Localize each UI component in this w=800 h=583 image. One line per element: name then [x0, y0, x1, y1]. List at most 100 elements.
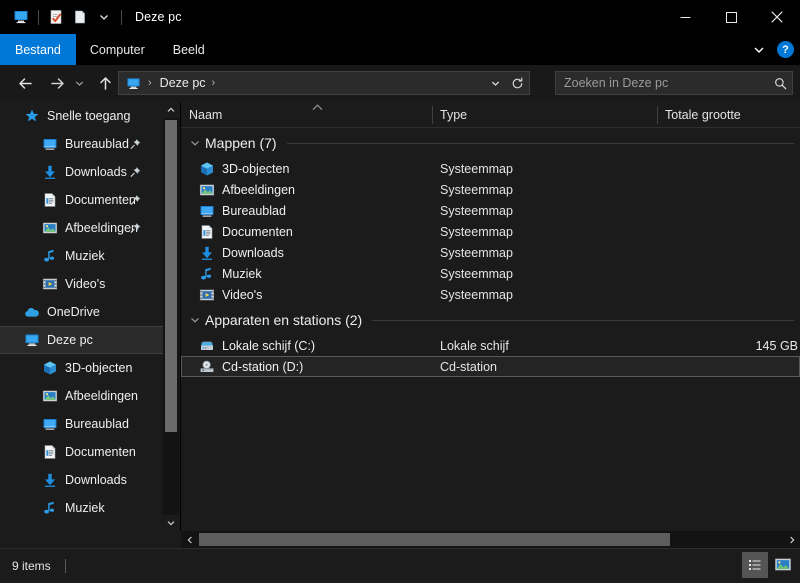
documents-icon — [42, 444, 58, 460]
group-header[interactable]: Apparaten en stations (2) — [181, 305, 800, 335]
hard-drive-icon — [199, 338, 215, 354]
cell-name: Afbeeldingen — [198, 181, 295, 199]
cd-drive-icon — [198, 358, 216, 376]
column-header-totale-grootte[interactable]: Totale grootte — [657, 102, 800, 128]
sidebar-item-deze-pc[interactable]: Deze pc — [0, 326, 163, 354]
documents-icon — [42, 192, 58, 208]
sidebar-item-snelle-toegang[interactable]: Snelle toegang — [0, 102, 163, 130]
file-list[interactable]: Mappen (7) 3D-objecten Systeemmap Afbeeldin… — [181, 128, 800, 531]
maximize-button[interactable] — [708, 0, 754, 34]
sidebar-item-documenten[interactable]: Documenten — [0, 438, 163, 466]
pin-icon[interactable] — [130, 222, 141, 234]
pin-icon[interactable] — [130, 194, 141, 206]
navigation-scrollbar[interactable] — [163, 102, 179, 531]
cell-type: Cd-station — [440, 359, 497, 374]
hscrollbar-thumb[interactable] — [199, 533, 670, 546]
group-header[interactable]: Mappen (7) — [181, 128, 800, 158]
desktop-icon — [40, 416, 60, 432]
column-header-label: Naam — [189, 108, 223, 122]
star-icon — [22, 108, 42, 124]
pictures-icon — [198, 181, 216, 199]
breadcrumb[interactable]: › Deze pc › — [118, 71, 530, 95]
column-divider[interactable] — [657, 106, 658, 124]
table-row[interactable]: Lokale schijf (C:) Lokale schijf 145 GB — [181, 335, 800, 356]
music-icon — [40, 248, 60, 264]
hscrollbar-track[interactable] — [198, 531, 783, 548]
recent-locations-button[interactable] — [70, 71, 89, 97]
column-header-type[interactable]: Type — [432, 102, 657, 128]
table-row[interactable]: Afbeeldingen Systeemmap — [181, 179, 800, 200]
sidebar-item-label: Bureaublad — [65, 137, 129, 151]
scroll-right-icon[interactable] — [783, 531, 800, 548]
details-view-button[interactable] — [742, 552, 768, 578]
table-row[interactable]: Bureaublad Systeemmap — [181, 200, 800, 221]
this-pc-icon[interactable] — [9, 5, 33, 29]
search-icon[interactable] — [768, 77, 792, 90]
3d-objects-icon — [42, 360, 58, 376]
table-row[interactable]: Documenten Systeemmap — [181, 221, 800, 242]
table-row[interactable]: Cd-station (D:) Cd-station — [181, 356, 800, 377]
new-folder-icon[interactable] — [68, 5, 92, 29]
sidebar-item-downloads[interactable]: Downloads — [0, 466, 163, 494]
sidebar-item-documenten[interactable]: Documenten — [0, 186, 163, 214]
sidebar-item-muziek[interactable]: Muziek — [0, 494, 163, 522]
large-icons-view-button[interactable] — [770, 552, 796, 578]
sidebar-item-bureaublad[interactable]: Bureaublad — [0, 130, 163, 158]
cell-name: Video's — [198, 286, 262, 304]
back-button[interactable] — [12, 71, 38, 97]
properties-icon[interactable] — [44, 5, 68, 29]
search-box[interactable]: Zoeken in Deze pc — [555, 71, 793, 95]
sidebar-item-afbeeldingen[interactable]: Afbeeldingen — [0, 214, 163, 242]
sidebar-item-3d-objecten[interactable]: 3D-objecten — [0, 354, 163, 382]
breadcrumb-item-deze-pc[interactable]: Deze pc — [160, 76, 206, 90]
chevron-down-icon[interactable] — [485, 72, 505, 94]
sidebar-item-bureaublad[interactable]: Bureaublad — [0, 410, 163, 438]
close-button[interactable] — [754, 0, 800, 34]
up-button[interactable] — [92, 71, 118, 97]
navigation-pane[interactable]: Snelle toegang Bureaublad Downloads Documen… — [0, 102, 163, 531]
chevron-down-icon[interactable] — [749, 40, 769, 60]
minimize-button[interactable] — [662, 0, 708, 34]
cell-type: Systeemmap — [440, 224, 513, 239]
chevron-down-icon[interactable] — [92, 5, 116, 29]
documents-icon — [199, 224, 215, 240]
table-row[interactable]: Muziek Systeemmap — [181, 263, 800, 284]
file-name-label: Downloads — [222, 245, 284, 260]
table-row[interactable]: Downloads Systeemmap — [181, 242, 800, 263]
column-header-naam[interactable]: Naam — [181, 102, 432, 128]
forward-button[interactable] — [44, 71, 70, 97]
table-row[interactable]: Video's Systeemmap — [181, 284, 800, 305]
scroll-up-icon[interactable] — [163, 102, 179, 118]
chevron-down-icon[interactable] — [187, 315, 203, 325]
videos-icon — [42, 276, 58, 292]
chevron-down-icon[interactable] — [187, 138, 203, 148]
sidebar-item-afbeeldingen[interactable]: Afbeeldingen — [0, 382, 163, 410]
scrollbar-thumb[interactable] — [165, 120, 177, 432]
sidebar-item-onedrive[interactable]: OneDrive — [0, 298, 163, 326]
breadcrumb-separator-0[interactable]: › — [144, 77, 156, 89]
table-row[interactable]: 3D-objecten Systeemmap — [181, 158, 800, 179]
cell-type: Systeemmap — [440, 266, 513, 281]
scroll-down-icon[interactable] — [163, 515, 179, 531]
breadcrumb-separator-1[interactable]: › — [208, 77, 220, 89]
refresh-icon[interactable] — [507, 72, 527, 94]
title-bar: Deze pc — [0, 0, 800, 34]
sidebar-item-muziek[interactable]: Muziek — [0, 242, 163, 270]
horizontal-scrollbar[interactable] — [181, 531, 800, 548]
column-divider[interactable] — [432, 106, 433, 124]
tab-beeld[interactable]: Beeld — [159, 34, 219, 65]
pin-icon[interactable] — [130, 138, 141, 150]
file-name-label: Muziek — [222, 266, 262, 281]
pictures-icon — [199, 182, 215, 198]
sidebar-item-video-s[interactable]: Video's — [0, 270, 163, 298]
item-count-label: 9 items — [12, 559, 51, 573]
help-button[interactable]: ? — [777, 41, 794, 58]
cell-name: Cd-station (D:) — [198, 358, 303, 376]
tab-bestand[interactable]: Bestand — [0, 34, 76, 65]
tab-computer[interactable]: Computer — [76, 34, 159, 65]
pin-icon[interactable] — [130, 166, 141, 178]
sidebar-item-downloads[interactable]: Downloads — [0, 158, 163, 186]
scroll-left-icon[interactable] — [181, 531, 198, 548]
search-input[interactable]: Zoeken in Deze pc — [556, 76, 768, 90]
onedrive-icon — [24, 304, 40, 320]
